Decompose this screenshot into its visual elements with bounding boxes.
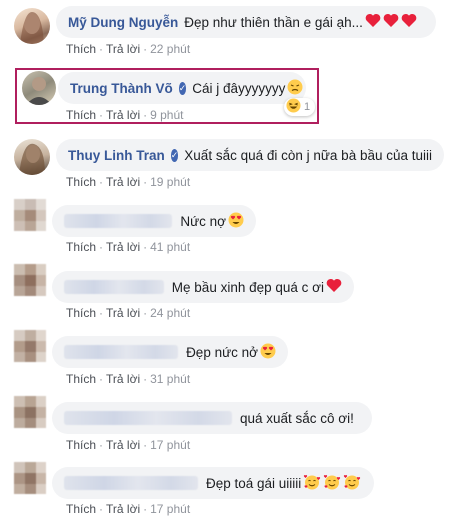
confounded-face-icon <box>287 79 303 98</box>
like-link[interactable]: Thích <box>66 108 96 122</box>
comment-time[interactable]: 9 phút <box>150 108 183 122</box>
avatar[interactable] <box>14 199 46 231</box>
comment-actions: Thích · Trả lời · 19 phút <box>66 175 191 189</box>
reply-link[interactable]: Trả lời <box>106 372 140 386</box>
comment-bubble: Nức nợ <box>52 205 256 237</box>
like-link[interactable]: Thích <box>66 306 96 320</box>
avatar[interactable] <box>14 462 46 494</box>
heart-eyes-icon <box>228 212 244 231</box>
like-link[interactable]: Thích <box>66 175 96 189</box>
reply-link[interactable]: Trả lời <box>106 42 140 56</box>
comment-actions: Thích · Trả lời · 31 phút <box>66 372 191 386</box>
reply-link[interactable]: Trả lời <box>106 438 140 452</box>
comment-text: Cái j đâyyyyyyy <box>192 80 286 96</box>
avatar[interactable] <box>14 139 50 175</box>
like-link[interactable]: Thích <box>66 240 96 254</box>
comment-actions: Thích · Trả lời · 24 phút <box>66 306 191 320</box>
blurred-author-name <box>64 411 232 425</box>
comment-time[interactable]: 17 phút <box>150 438 190 452</box>
haha-reaction-icon <box>286 98 301 116</box>
reaction-number: 1 <box>304 101 311 113</box>
smiling-hearts-icon <box>303 474 321 493</box>
blurred-author-name <box>64 214 173 228</box>
reply-link[interactable]: Trả lời <box>106 175 140 189</box>
comment-actions: Thích · Trả lời · 22 phút <box>66 42 191 56</box>
comment-actions: Thích · Trả lời · 17 phút <box>66 502 191 516</box>
comment-author[interactable]: Trung Thành Võ <box>70 81 173 96</box>
smiling-hearts-icon <box>323 474 341 493</box>
comment-text: Xuất sắc quá đi còn j nữa bà bầu của tui… <box>184 147 432 163</box>
avatar[interactable] <box>14 8 50 44</box>
comment-text: Đẹp nức nở <box>186 344 258 360</box>
smiling-hearts-icon <box>343 474 361 493</box>
comment-bubble: Mỹ Dung Nguyễn Đẹp như thiên thần e gái … <box>56 6 436 38</box>
comment-text: quá xuất sắc cô ơi! <box>240 410 354 426</box>
avatar[interactable] <box>14 330 46 362</box>
comment-time[interactable]: 19 phút <box>150 175 190 189</box>
verified-badge-icon: ✓ <box>178 81 187 95</box>
heart-icon <box>365 13 381 31</box>
comment-bubble: quá xuất sắc cô ơi! <box>52 402 372 434</box>
heart-icon <box>326 278 342 296</box>
reply-link[interactable]: Trả lời <box>106 502 140 516</box>
verified-badge-icon: ✓ <box>170 148 179 162</box>
heart-eyes-icon <box>260 343 276 362</box>
reply-link[interactable]: Trả lời <box>106 240 140 254</box>
heart-icon <box>401 13 417 31</box>
comment-time[interactable]: 17 phút <box>150 502 190 516</box>
comment-actions: Thích · Trả lời · 17 phút <box>66 438 191 452</box>
reaction-count[interactable]: 1 <box>284 98 316 116</box>
comment-text: Mẹ bầu xinh đẹp quá c ơi <box>171 279 324 295</box>
comment-time[interactable]: 41 phút <box>150 240 190 254</box>
comment-bubble: Mẹ bầu xinh đẹp quá c ơi <box>52 271 354 303</box>
comment-bubble: Đẹp toá gái uiiiii <box>52 467 374 499</box>
comment-text: Đẹp toá gái uiiiii <box>206 475 302 491</box>
like-link[interactable]: Thích <box>66 438 96 452</box>
like-link[interactable]: Thích <box>66 372 96 386</box>
blurred-author-name <box>64 280 164 294</box>
comment-time[interactable]: 22 phút <box>150 42 190 56</box>
comment-author[interactable]: Thuy Linh Tran <box>68 148 165 163</box>
comment-actions: Thích · Trả lời · 9 phút <box>66 108 184 122</box>
comment-text: Đẹp như thiên thần e gái ạh... <box>184 14 363 30</box>
comment-bubble: Đẹp nức nở <box>52 336 288 368</box>
comment-time[interactable]: 31 phút <box>150 372 190 386</box>
like-link[interactable]: Thích <box>66 42 96 56</box>
like-link[interactable]: Thích <box>66 502 96 516</box>
heart-icon <box>383 13 399 31</box>
blurred-author-name <box>64 476 198 490</box>
avatar[interactable] <box>14 264 46 296</box>
reply-link[interactable]: Trả lời <box>106 306 140 320</box>
blurred-author-name <box>64 345 179 359</box>
comment-author[interactable]: Mỹ Dung Nguyễn <box>68 15 178 30</box>
comment-time[interactable]: 24 phút <box>150 306 190 320</box>
comment-bubble: Trung Thành Võ ✓ Cái j đâyyyyyyy <box>58 72 306 104</box>
avatar[interactable] <box>22 71 56 105</box>
comment-bubble: Thuy Linh Tran ✓ Xuất sắc quá đi còn j n… <box>56 139 444 171</box>
avatar[interactable] <box>14 396 46 428</box>
comment-actions: Thích · Trả lời · 41 phút <box>66 240 191 254</box>
comment-text: Nức nợ <box>180 213 226 229</box>
reply-link[interactable]: Trả lời <box>106 108 140 122</box>
